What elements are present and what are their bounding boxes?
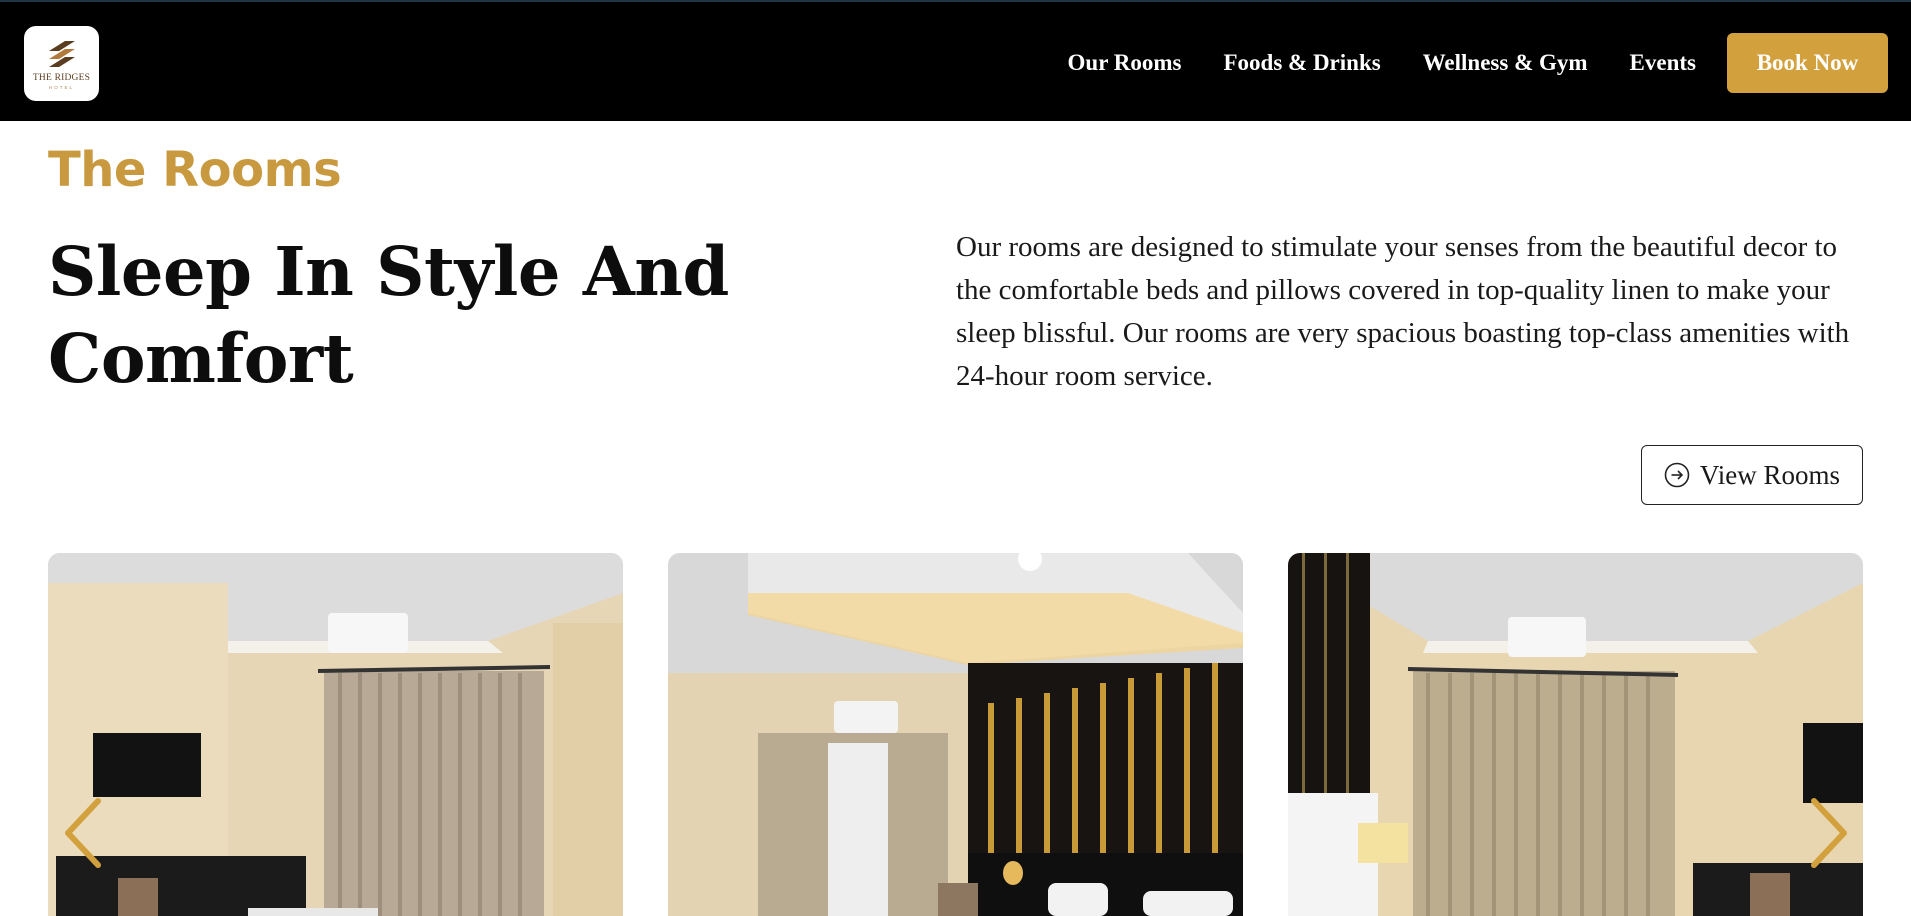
main-nav: Our Rooms Foods & Drinks Wellness & Gym …	[1068, 33, 1888, 93]
room-photo-2-image	[668, 553, 1243, 916]
room-photo-1-image	[48, 553, 623, 916]
logo-mark-icon	[48, 40, 75, 67]
logo-name: THE RIDGES	[32, 72, 91, 83]
view-rooms-button[interactable]: View Rooms	[1641, 445, 1863, 505]
section-description: Our rooms are designed to stimulate your…	[956, 231, 1850, 392]
chevron-left-icon[interactable]	[60, 795, 106, 871]
room-photo-2[interactable]	[668, 553, 1243, 916]
room-photo-3[interactable]	[1288, 553, 1863, 916]
view-rooms-label: View Rooms	[1699, 459, 1841, 490]
logo-sub: HOTEL	[48, 85, 74, 91]
site-header: THE RIDGES HOTEL Our Rooms Foods & Drink…	[0, 0, 1911, 121]
section-eyebrow: The Rooms	[48, 142, 342, 198]
section-headline: Sleep In Style And Comfort	[48, 232, 729, 398]
nav-events[interactable]: Events	[1630, 50, 1696, 76]
room-photo-3-image	[1288, 553, 1863, 916]
nav-foods-drinks[interactable]: Foods & Drinks	[1224, 50, 1381, 76]
chevron-right-icon[interactable]	[1806, 795, 1852, 871]
nav-wellness-gym[interactable]: Wellness & Gym	[1423, 50, 1588, 76]
hotel-logo[interactable]: THE RIDGES HOTEL	[24, 26, 99, 101]
nav-our-rooms[interactable]: Our Rooms	[1068, 50, 1182, 76]
room-photo-1[interactable]	[48, 553, 623, 916]
book-now-button[interactable]: Book Now	[1727, 33, 1888, 93]
arrow-circle-right-icon	[1664, 462, 1690, 488]
